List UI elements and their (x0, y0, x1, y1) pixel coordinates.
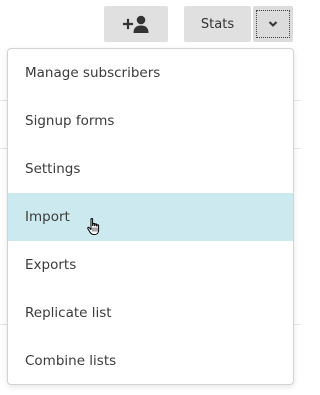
menu-item-exports[interactable]: Exports (8, 241, 293, 289)
menu-item-signup-forms[interactable]: Signup forms (8, 97, 293, 145)
menu-item-label: Replicate list (25, 305, 112, 321)
focus-ring (256, 10, 290, 38)
hand-pointer-icon (87, 218, 100, 235)
menu-item-label: Manage subscribers (25, 65, 161, 81)
add-subscriber-button[interactable] (104, 6, 168, 42)
menu-item-manage-subscribers[interactable]: Manage subscribers (8, 49, 293, 97)
more-options-dropdown-button[interactable] (253, 6, 293, 42)
menu-item-label: Import (25, 209, 70, 225)
stats-button-label: Stats (200, 16, 235, 32)
menu-item-combine-lists[interactable]: Combine lists (8, 337, 293, 385)
background-divider (293, 324, 301, 325)
menu-item-label: Signup forms (25, 113, 115, 129)
background-divider (293, 148, 301, 149)
menu-item-label: Settings (25, 161, 81, 177)
add-person-icon (122, 15, 149, 33)
menu-item-label: Combine lists (25, 353, 117, 369)
dropdown-menu: Manage subscribers Signup forms Settings… (7, 48, 294, 385)
menu-item-import[interactable]: Import (8, 193, 293, 241)
menu-item-label: Exports (25, 257, 77, 273)
background-divider (293, 100, 301, 101)
menu-item-replicate-list[interactable]: Replicate list (8, 289, 293, 337)
menu-item-settings[interactable]: Settings (8, 145, 293, 193)
stats-button[interactable]: Stats (184, 6, 251, 42)
